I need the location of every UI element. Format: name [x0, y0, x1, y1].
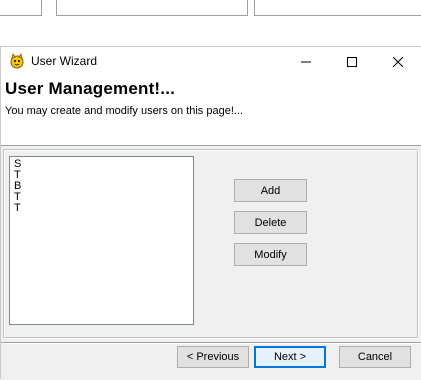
maximize-icon — [347, 57, 357, 67]
list-item[interactable]: S — [14, 159, 193, 170]
close-icon — [393, 57, 403, 67]
background-field — [0, 0, 42, 16]
background-window — [0, 0, 421, 46]
next-button[interactable]: Next > — [254, 346, 326, 368]
background-field — [56, 0, 248, 16]
cancel-button[interactable]: Cancel — [339, 346, 411, 368]
add-button[interactable]: Add — [234, 179, 307, 202]
wizard-header: User Management!... You may create and m… — [1, 77, 421, 145]
user-list[interactable]: S T B T T — [9, 156, 194, 325]
page-subtitle: You may create and modify users on this … — [5, 105, 244, 117]
footer-divider — [1, 342, 421, 344]
window-title: User Wizard — [31, 54, 98, 68]
minimize-icon — [301, 61, 311, 63]
previous-button[interactable]: < Previous — [177, 346, 249, 368]
delete-button[interactable]: Delete — [234, 211, 307, 234]
background-field — [254, 0, 421, 16]
modify-button[interactable]: Modify — [234, 243, 307, 266]
page-title: User Management!... — [5, 79, 176, 98]
app-icon — [9, 53, 25, 69]
list-item[interactable]: T — [14, 170, 193, 181]
wizard-body: S T B T T Add Delete Modify < Previous N… — [1, 145, 421, 380]
list-item[interactable]: T — [14, 192, 193, 203]
maximize-button[interactable] — [329, 47, 375, 77]
minimize-button[interactable] — [283, 47, 329, 77]
close-button[interactable] — [375, 47, 421, 77]
list-item[interactable]: T — [14, 203, 193, 214]
user-wizard-dialog: User Wizard User Management!... You may … — [0, 46, 421, 380]
title-bar[interactable]: User Wizard — [1, 47, 421, 77]
list-item[interactable]: B — [14, 181, 193, 192]
